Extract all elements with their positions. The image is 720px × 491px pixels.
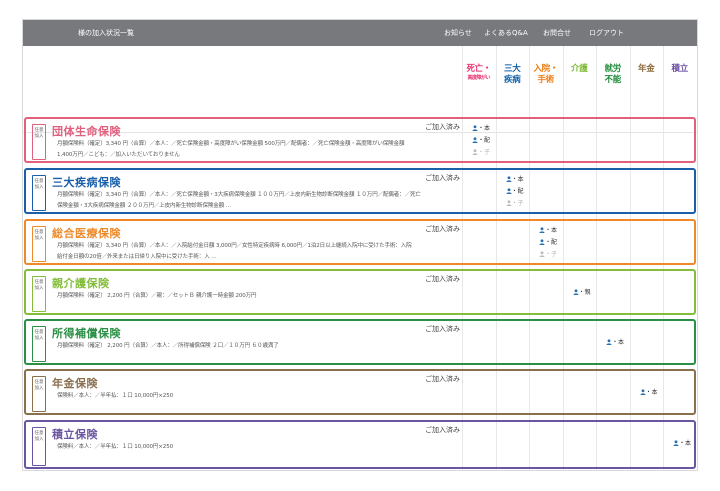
nav-logout-link[interactable]: ログアウト bbox=[589, 28, 624, 38]
policy-card[interactable]: 任意加入 総合医療保険 ご加入済み月額保険料（確定）3,340 円（合算）／本人：／… bbox=[24, 219, 696, 265]
enrollment-status: ご加入済み bbox=[425, 275, 460, 283]
main-frame: 様の加入状況一覧 お知らせ よくあるQ&A お問合せ ログアウト 死亡・ 高度障が… bbox=[22, 19, 698, 471]
optional-enrollment-tag: 任意加入 bbox=[32, 326, 46, 362]
coverage-indicator: ・子 bbox=[505, 198, 524, 209]
coverage-indicator: ・子 bbox=[472, 147, 490, 158]
policy-title[interactable]: 年金保険 bbox=[52, 375, 98, 391]
policy-card[interactable]: 任意加入 所得補償保険 ご加入済み月額保険料（確定） 2,200 円（合算）／本人：… bbox=[24, 319, 696, 365]
coverage-indicator-label: ・本 bbox=[545, 227, 558, 234]
policy-card[interactable]: 任意加入 三大疾病保険 ご加入済み月額保険料（確定）3,340 円（合算）／本人：／… bbox=[24, 168, 696, 214]
optional-enrollment-tag: 任意加入 bbox=[32, 124, 46, 160]
policy-card[interactable]: 任意加入 団体生命保険 ご加入済み月額保険料（確定）3,340 円（合算）／本人：／… bbox=[24, 117, 696, 163]
policy-title[interactable]: 団体生命保険 bbox=[52, 123, 121, 139]
coverage-indicator-label: ・子 bbox=[478, 149, 491, 156]
coverage-indicator-label: ・本 bbox=[511, 176, 524, 183]
coverage-indicator: ・配 bbox=[472, 135, 490, 146]
nav-news-link[interactable]: お知らせ bbox=[444, 28, 472, 38]
coverage-indicator: ・本 bbox=[606, 337, 624, 348]
enrollment-status: ご加入済み bbox=[425, 325, 460, 333]
policy-description: 月額保険料（確定） 2,200 円（合算）／親：／セットＢ 親介護一時金額 20… bbox=[57, 293, 257, 299]
column-header: 介護 bbox=[571, 64, 588, 74]
nav-faq-link[interactable]: よくあるQ&A bbox=[484, 28, 528, 38]
coverage-indicator-label: ・子 bbox=[545, 251, 558, 258]
enrollment-status: ご加入済み bbox=[425, 225, 460, 233]
column-header: 死亡・ 高度障がい bbox=[466, 64, 492, 81]
column-divider bbox=[696, 46, 697, 470]
coverage-indicator: ・配 bbox=[505, 186, 524, 197]
enrollment-status: ご加入済み bbox=[425, 375, 460, 383]
policy-description: 保険料／本人：／半年払：１口 10,000円×250 bbox=[57, 444, 174, 450]
policy-title[interactable]: 総合医療保険 bbox=[52, 225, 121, 241]
top-bar: 様の加入状況一覧 お知らせ よくあるQ&A お問合せ ログアウト bbox=[23, 20, 697, 46]
coverage-indicator: ・本 bbox=[472, 123, 490, 134]
policy-description: 月額保険料（確定）3,340 円（合算）／本人：／死亡保険金額・3大疾病保険金額… bbox=[57, 192, 421, 209]
coverage-indicator: ・子 bbox=[539, 249, 557, 260]
column-header: 積立 bbox=[671, 64, 689, 74]
policy-title[interactable]: 三大疾病保険 bbox=[52, 174, 121, 190]
coverage-indicator-label: ・親 bbox=[578, 289, 591, 296]
policy-description: 月額保険料（確定） 2,200 円（合算）／本人：／所得補償保険 ２口／１０万円… bbox=[57, 343, 279, 349]
optional-enrollment-tag: 任意加入 bbox=[32, 376, 46, 412]
coverage-indicator: ・本 bbox=[539, 225, 557, 236]
coverage-indicator-label: ・子 bbox=[511, 200, 524, 207]
enrollment-status: ご加入済み bbox=[425, 123, 460, 131]
policy-title[interactable]: 所得補償保険 bbox=[52, 325, 121, 341]
coverage-indicator: ・本 bbox=[673, 438, 691, 449]
coverage-indicator-label: ・本 bbox=[645, 389, 658, 396]
policy-card[interactable]: 任意加入 年金保険 ご加入済み保険料／本人：／半年払：１口 10,000円×250 ・… bbox=[24, 369, 696, 415]
coverage-indicator-label: ・配 bbox=[511, 188, 524, 195]
policy-description: 月額保険料（確定）3,340 円（合算）／本人：／死亡保険金額・高度障がい保険金… bbox=[57, 141, 405, 158]
coverage-indicator-label: ・本 bbox=[679, 440, 692, 447]
coverage-indicator-label: ・配 bbox=[478, 137, 491, 144]
column-header: 就労 不能 bbox=[604, 64, 622, 85]
coverage-indicator-label: ・配 bbox=[545, 239, 558, 246]
column-header: 三大 疾病 bbox=[504, 64, 521, 85]
coverage-indicator: ・本 bbox=[505, 174, 524, 185]
policy-card[interactable]: 任意加入 積立保険 ご加入済み保険料／本人：／半年払：１口 10,000円×250 ・… bbox=[24, 420, 696, 469]
enrollment-status: ご加入済み bbox=[425, 426, 460, 434]
policy-title[interactable]: 親介護保険 bbox=[52, 275, 110, 291]
column-header: 年金 bbox=[638, 64, 655, 74]
nav-contact-link[interactable]: お問合せ bbox=[543, 28, 571, 38]
coverage-indicator: ・親 bbox=[572, 287, 591, 298]
policy-title[interactable]: 積立保険 bbox=[52, 426, 98, 442]
policy-card[interactable]: 任意加入 親介護保険 ご加入済み月額保険料（確定） 2,200 円（合算）／親：／セ… bbox=[24, 269, 696, 315]
policy-description: 保険料／本人：／半年払：１口 10,000円×250 bbox=[57, 393, 174, 399]
optional-enrollment-tag: 任意加入 bbox=[32, 175, 46, 211]
optional-enrollment-tag: 任意加入 bbox=[32, 226, 46, 262]
optional-enrollment-tag: 任意加入 bbox=[32, 276, 46, 312]
enrollment-status: ご加入済み bbox=[425, 174, 460, 182]
optional-enrollment-tag: 任意加入 bbox=[32, 427, 46, 466]
column-header: 入院・ 手術 bbox=[533, 64, 559, 85]
policy-description: 月額保険料（確定）3,340 円（合算）／本人：／入院給付金日額 3,000円／… bbox=[57, 243, 412, 260]
coverage-indicator: ・配 bbox=[539, 237, 557, 248]
coverage-indicator: ・本 bbox=[639, 387, 658, 398]
coverage-indicator-label: ・本 bbox=[478, 125, 491, 132]
coverage-indicator-label: ・本 bbox=[612, 339, 625, 346]
page-title: 様の加入状況一覧 bbox=[78, 29, 134, 37]
